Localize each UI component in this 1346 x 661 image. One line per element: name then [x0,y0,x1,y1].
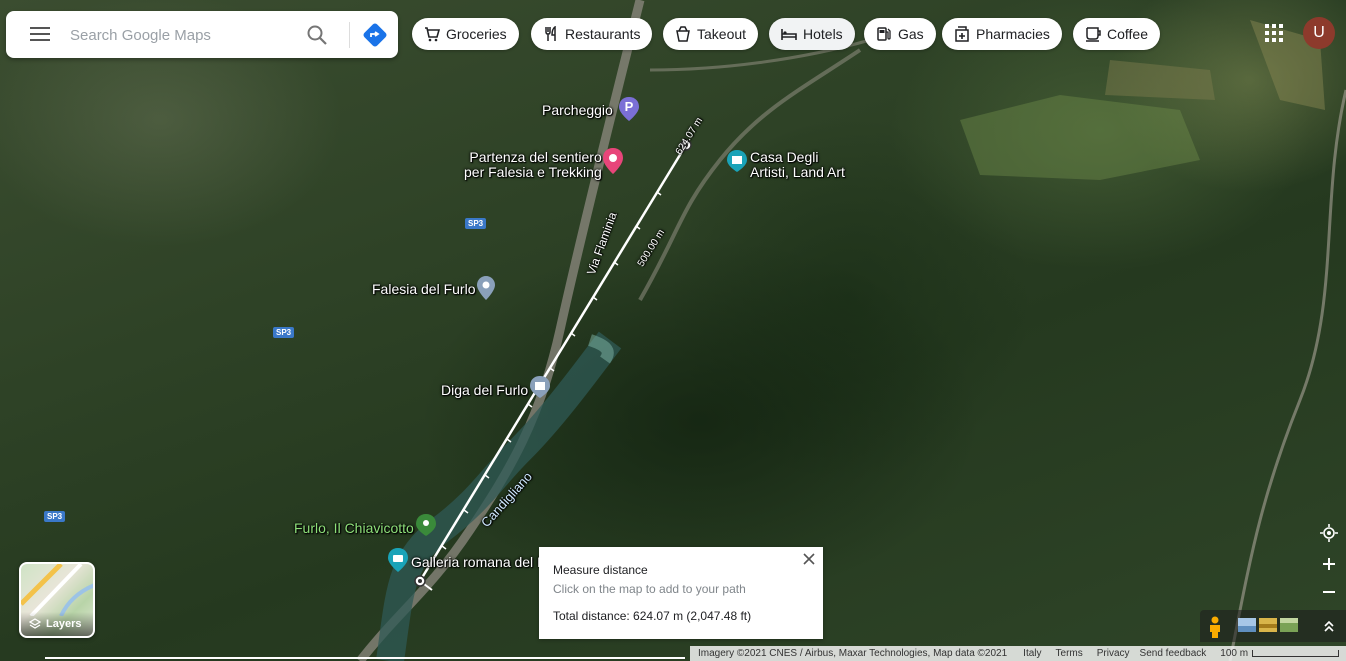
chip-hotels[interactable]: Hotels [769,18,855,50]
close-icon[interactable] [801,551,817,567]
coffee-icon [1086,27,1101,42]
cart-icon [425,27,440,42]
search-box [6,11,398,58]
casa-line-2: Artisti, Land Art [750,164,845,180]
measure-distance-panel: Measure distance Click on the map to add… [539,547,823,639]
partenza-label[interactable]: Partenza del sentiero per Falesia e Trek… [464,150,602,180]
galleria-label[interactable]: Galleria romana del F [411,555,546,570]
chiavicotto-label[interactable]: Furlo, Il Chiavicotto [294,521,414,536]
account-avatar[interactable]: U [1303,17,1335,49]
chip-restaurants[interactable]: Restaurants [531,18,653,50]
chip-groceries[interactable]: Groceries [412,18,519,50]
measure-total-distance: Total distance: 624.07 m (2,047.48 ft) [553,609,752,623]
partenza-line-2: per Falesia e Trekking [464,164,602,180]
apps-grid-icon[interactable] [1265,24,1283,42]
partenza-line-1: Partenza del sentiero [469,149,602,165]
gas-pump-icon [877,27,891,41]
attribution-text: Imagery ©2021 CNES / Airbus, Maxar Techn… [698,648,1008,659]
parking-marker-icon[interactable]: P [619,97,639,121]
layers-icon [29,618,41,629]
layers-label: Layers [46,618,82,630]
sp3-road-badge: SP3 [273,327,295,338]
pegman-icon[interactable] [1206,616,1224,638]
zoom-out-button[interactable] [1317,580,1341,604]
layers-button[interactable]: Layers [19,562,95,638]
map-thumbnail [21,564,93,616]
parking-glyph: P [624,99,634,114]
measure-hint: Click on the map to add to your path [553,582,746,596]
search-input[interactable] [68,23,302,47]
map-footer: Imagery ©2021 CNES / Airbus, Maxar Techn… [690,646,1346,661]
chip-label: Hotels [803,26,843,42]
chip-label: Pharmacies [976,26,1050,42]
camera-marker-icon[interactable] [388,548,408,577]
bed-icon [781,29,797,40]
casa-line-1: Casa Degli [750,149,819,165]
scale-bar[interactable] [1252,650,1340,657]
terms-link[interactable]: Terms [1056,648,1083,659]
chip-label: Restaurants [565,26,641,42]
falesia-marker-icon[interactable] [477,276,495,305]
pharmacy-icon [955,26,969,42]
chip-label: Groceries [446,26,507,42]
diga-label[interactable]: Diga del Furlo [441,383,528,398]
chip-label: Takeout [697,26,747,42]
sp3-road-badge: SP3 [44,511,66,522]
falesia-label[interactable]: Falesia del Furlo [372,282,476,297]
send-feedback-link[interactable]: Send feedback [1140,648,1207,659]
bottom-divider [45,657,685,659]
menu-icon[interactable] [30,27,50,41]
cutlery-icon [545,26,556,41]
measure-title: Measure distance [553,563,648,577]
diga-marker-icon[interactable] [530,376,550,403]
chip-label: Coffee [1107,26,1148,42]
museum-marker-icon[interactable] [727,150,747,177]
privacy-link[interactable]: Privacy [1097,648,1130,659]
search-divider [349,22,350,48]
parcheggio-label[interactable]: Parcheggio [542,103,613,118]
chip-label: Gas [898,26,924,42]
imagery-thumbnails[interactable] [1238,618,1300,632]
directions-icon[interactable] [362,22,388,48]
chip-takeout[interactable]: Takeout [663,18,759,50]
scale-label[interactable]: 100 m [1220,648,1248,659]
takeout-icon [676,26,690,42]
sp3-road-badge: SP3 [465,218,487,229]
chip-coffee[interactable]: Coffee [1073,18,1160,50]
hiking-marker-icon[interactable] [416,514,436,541]
layers-label-row: Layers [21,612,93,636]
search-icon[interactable] [306,24,328,46]
country-link[interactable]: Italy [1023,648,1041,659]
chip-pharmacies[interactable]: Pharmacies [942,18,1062,50]
casa-label[interactable]: Casa Degli Artisti, Land Art [750,150,845,180]
zoom-in-button[interactable] [1317,552,1341,576]
chip-gas[interactable]: Gas [864,18,936,50]
my-location-icon[interactable] [1317,521,1341,545]
trail-marker-icon[interactable] [603,148,623,179]
chevron-up-icon[interactable] [1321,618,1337,634]
